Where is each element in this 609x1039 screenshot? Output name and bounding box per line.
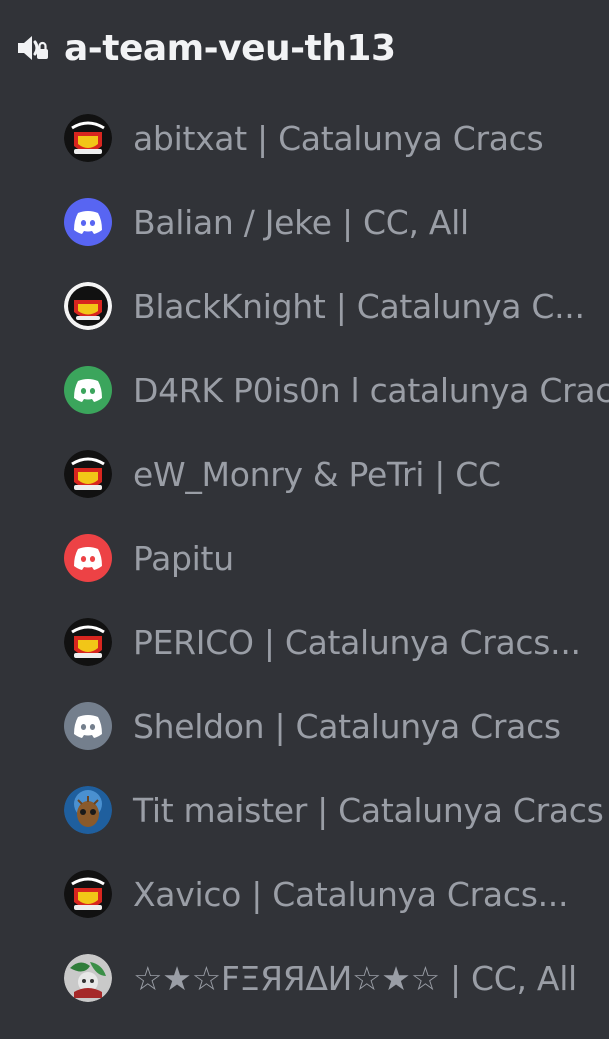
voice-channel-header[interactable]: a-team-veu-th13: [0, 0, 609, 96]
groot-avatar: [64, 786, 112, 834]
voice-member[interactable]: Papitu: [0, 516, 609, 600]
voice-member[interactable]: abitxat | Catalunya Cracs: [0, 96, 609, 180]
member-name: Papitu: [133, 538, 234, 578]
voice-member[interactable]: PERICO | Catalunya Cracs...: [0, 600, 609, 684]
member-name: BlackKnight | Catalunya C...: [133, 286, 585, 326]
member-name: ☆★☆FΞЯЯΔИ☆★☆ | CC, All: [133, 958, 577, 998]
voice-member[interactable]: Balian / Jeke | CC, All: [0, 180, 609, 264]
discord-default-avatar: [64, 198, 112, 246]
member-name: Xavico | Catalunya Cracs...: [133, 874, 569, 914]
voice-member[interactable]: Xavico | Catalunya Cracs...: [0, 852, 609, 936]
member-name: Balian / Jeke | CC, All: [133, 202, 469, 242]
member-name: Sheldon | Catalunya Cracs: [133, 706, 561, 746]
voice-member[interactable]: Sheldon | Catalunya Cracs: [0, 684, 609, 768]
discord-default-avatar: [64, 534, 112, 582]
discord-default-avatar: [64, 702, 112, 750]
member-name: eW_Monry & PeTri | CC: [133, 454, 501, 494]
channel-name: a-team-veu-th13: [64, 27, 396, 69]
voice-member[interactable]: D4RK P0is0n l catalunya Cracs: [0, 348, 609, 432]
crest-avatar: [64, 618, 112, 666]
crest-avatar: [64, 114, 112, 162]
crest-avatar: [64, 450, 112, 498]
crest-avatar: [64, 282, 112, 330]
crest-avatar: [64, 870, 112, 918]
photo-avatar: [64, 954, 112, 1002]
member-name: Tit maister | Catalunya Cracs: [133, 790, 604, 830]
voice-member[interactable]: Tit maister | Catalunya Cracs: [0, 768, 609, 852]
member-name: D4RK P0is0n l catalunya Cracs: [133, 370, 609, 410]
discord-default-avatar: [64, 366, 112, 414]
locked-voice-icon: [12, 28, 52, 68]
voice-member-list: abitxat | Catalunya Cracs Balian / Jeke …: [0, 96, 609, 1020]
member-name: abitxat | Catalunya Cracs: [133, 118, 544, 158]
voice-member[interactable]: BlackKnight | Catalunya C...: [0, 264, 609, 348]
voice-member[interactable]: eW_Monry & PeTri | CC: [0, 432, 609, 516]
member-name: PERICO | Catalunya Cracs...: [133, 622, 581, 662]
voice-member[interactable]: ☆★☆FΞЯЯΔИ☆★☆ | CC, All: [0, 936, 609, 1020]
